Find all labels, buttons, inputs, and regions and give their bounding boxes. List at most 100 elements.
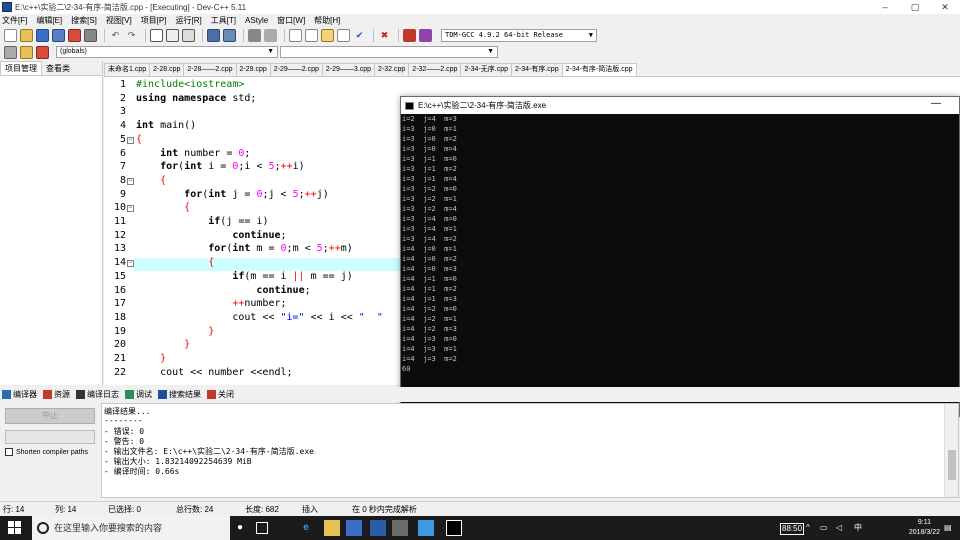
tab-class-browser[interactable]: 查看类 (42, 62, 74, 75)
file-tab[interactable]: 2-34-无序.cpp (460, 63, 513, 76)
menu-view[interactable]: 视图[V] (106, 15, 132, 26)
console-minimize-button[interactable]: — (931, 98, 941, 109)
windows-start-icon[interactable] (8, 521, 22, 535)
check-syntax-icon[interactable]: ✔ (353, 29, 366, 42)
goto-bookmark-icon[interactable] (36, 45, 49, 59)
class-icon[interactable] (223, 29, 236, 42)
goto-icon[interactable] (182, 29, 195, 42)
tab-compile-log[interactable]: 编译日志 (76, 389, 119, 400)
project-icon[interactable] (207, 29, 220, 42)
file-tab[interactable]: 2-29.cpp (235, 63, 271, 76)
stop-execution-icon[interactable]: ✖ (378, 29, 391, 42)
menu-file[interactable]: 文件[F] (2, 15, 27, 26)
grid-icon[interactable] (321, 29, 334, 42)
menu-run[interactable]: 运行[R] (175, 15, 201, 26)
toolbar-separator (373, 29, 374, 42)
tab-close[interactable]: 关闭 (207, 389, 234, 400)
fold-toggle-icon[interactable]: − (127, 260, 134, 268)
menu-edit[interactable]: 编辑[E] (36, 15, 62, 26)
log-scrollbar-thumb[interactable] (948, 450, 956, 480)
file-tab[interactable]: 2-34-有序-简洁版.cpp (561, 63, 637, 76)
taskbar-search-box[interactable]: 在这里输入你要搜索的内容 (32, 516, 230, 540)
console-line: i=3 j=4 m=0 (402, 215, 457, 223)
compile-icon[interactable] (337, 29, 350, 42)
shorten-paths-checkbox[interactable] (5, 448, 13, 456)
console-line: i=3 j=2 m=0 (402, 185, 457, 193)
save-icon[interactable] (36, 29, 49, 42)
scope-combo[interactable]: (globals) ▼ (56, 46, 278, 58)
function-combo[interactable]: ▼ (280, 46, 498, 58)
tab-resources[interactable]: 资源 (43, 389, 70, 400)
file-tab[interactable]: 2-28.cpp (149, 63, 185, 76)
console-line: i=4 j=1 m=2 (402, 285, 457, 293)
log-scrollbar[interactable] (944, 404, 958, 497)
menu-window[interactable]: 窗口[W] (277, 15, 305, 26)
fold-toggle-icon[interactable]: − (127, 136, 134, 144)
file-tab[interactable]: 2-34-有序.cpp (511, 63, 563, 76)
maximize-button[interactable]: ▢ (900, 0, 930, 14)
title-bar: E:\c++\实验二\2-34-有序-简洁版.cpp - [Executing]… (0, 0, 960, 14)
line-number-gutter: 1 2 3 4 5−6 7 8−9 10−11 12 13 14−15 16 17 18 19 20 21 22 (104, 77, 134, 385)
ime-indicator[interactable]: 中 (854, 516, 862, 540)
devcpp-taskbar-icon[interactable] (392, 520, 408, 536)
abort-compilation-button[interactable]: 中止 (5, 408, 95, 424)
task-view-icon[interactable] (256, 522, 268, 534)
edge-browser-icon[interactable]: e (298, 520, 314, 536)
chrome-icon[interactable] (370, 520, 386, 536)
chevron-down-icon: ▼ (588, 31, 593, 39)
replace-icon[interactable] (166, 29, 179, 42)
menu-search[interactable]: 搜索[S] (71, 15, 97, 26)
menu-help[interactable]: 帮助[H] (314, 15, 340, 26)
file-tab[interactable]: 2-32.cpp (374, 63, 410, 76)
redo-icon[interactable]: ↷ (125, 29, 138, 42)
indent-icon[interactable] (248, 29, 261, 42)
window-list-icon[interactable] (305, 29, 318, 42)
toggle-fullscreen-icon[interactable] (289, 29, 302, 42)
close-button[interactable]: ✕ (930, 0, 960, 14)
file-tab[interactable]: 未命名1.cpp (104, 63, 151, 76)
undo-icon[interactable]: ↶ (109, 29, 122, 42)
console-line: i=4 j=2 m=1 (402, 315, 457, 323)
file-tab[interactable]: 2-29——3.cpp (321, 63, 376, 76)
console-taskbar-icon[interactable] (446, 520, 462, 536)
new-file-icon[interactable] (4, 29, 17, 42)
file-tab[interactable]: 2-32——2.cpp (408, 63, 462, 76)
tab-find-results[interactable]: 搜索结果 (158, 389, 201, 400)
app-taskbar-icon[interactable] (418, 520, 434, 536)
find-icon[interactable] (150, 29, 163, 42)
file-explorer-icon[interactable] (324, 520, 340, 536)
debug-icon[interactable] (419, 29, 432, 42)
unindent-icon[interactable] (264, 29, 277, 42)
compile-log[interactable]: 编译结果... -------- - 错误: 0- 警告: 0- 输出文件名: E:… (101, 403, 959, 498)
tray-chevron-icon[interactable]: ^ (806, 516, 810, 540)
menu-astyle[interactable]: AStyle (245, 16, 268, 25)
open-folder-icon[interactable] (20, 29, 33, 42)
tab-debug[interactable]: 调试 (125, 389, 152, 400)
taskbar-clock[interactable]: 9:11 2018/3/22 (909, 518, 940, 538)
shorten-paths-option[interactable]: Shorten compiler paths (5, 448, 88, 456)
network-icon[interactable]: ▭ (820, 516, 828, 540)
compiler-select[interactable]: TDM-GCC 4.9.2 64-bit Release ▼ (441, 29, 597, 42)
volume-icon[interactable]: ◁ (836, 516, 842, 540)
microphone-icon[interactable]: ● (232, 520, 248, 536)
minimize-button[interactable]: – (870, 0, 900, 14)
tab-project-manager[interactable]: 项目管理 (0, 61, 42, 75)
print-icon[interactable] (84, 29, 97, 42)
profile-icon[interactable] (403, 29, 416, 42)
insert-icon[interactable] (4, 45, 17, 59)
notification-icon[interactable]: ▤ (944, 516, 952, 540)
store-icon[interactable] (346, 520, 362, 536)
menu-project[interactable]: 项目[P] (141, 15, 167, 26)
battery-indicator[interactable]: 88:50 (780, 523, 805, 535)
file-tab[interactable]: 2-29——2.cpp (269, 63, 323, 76)
save-all-icon[interactable] (52, 29, 65, 42)
tab-compiler[interactable]: 编译器 (2, 389, 37, 400)
console-window[interactable]: E:\c++\实验二\2-34-有序-简洁版.exe — i=2 j=4 m=3… (400, 96, 960, 417)
close-file-icon[interactable] (68, 29, 81, 42)
file-tab[interactable]: 2-28——2.cpp (183, 63, 237, 76)
bookmark-icon[interactable] (20, 45, 33, 59)
line-number: 14 (113, 257, 126, 269)
menu-tools[interactable]: 工具[T] (211, 15, 236, 26)
fold-toggle-icon[interactable]: − (127, 177, 134, 185)
fold-toggle-icon[interactable]: − (127, 205, 134, 213)
